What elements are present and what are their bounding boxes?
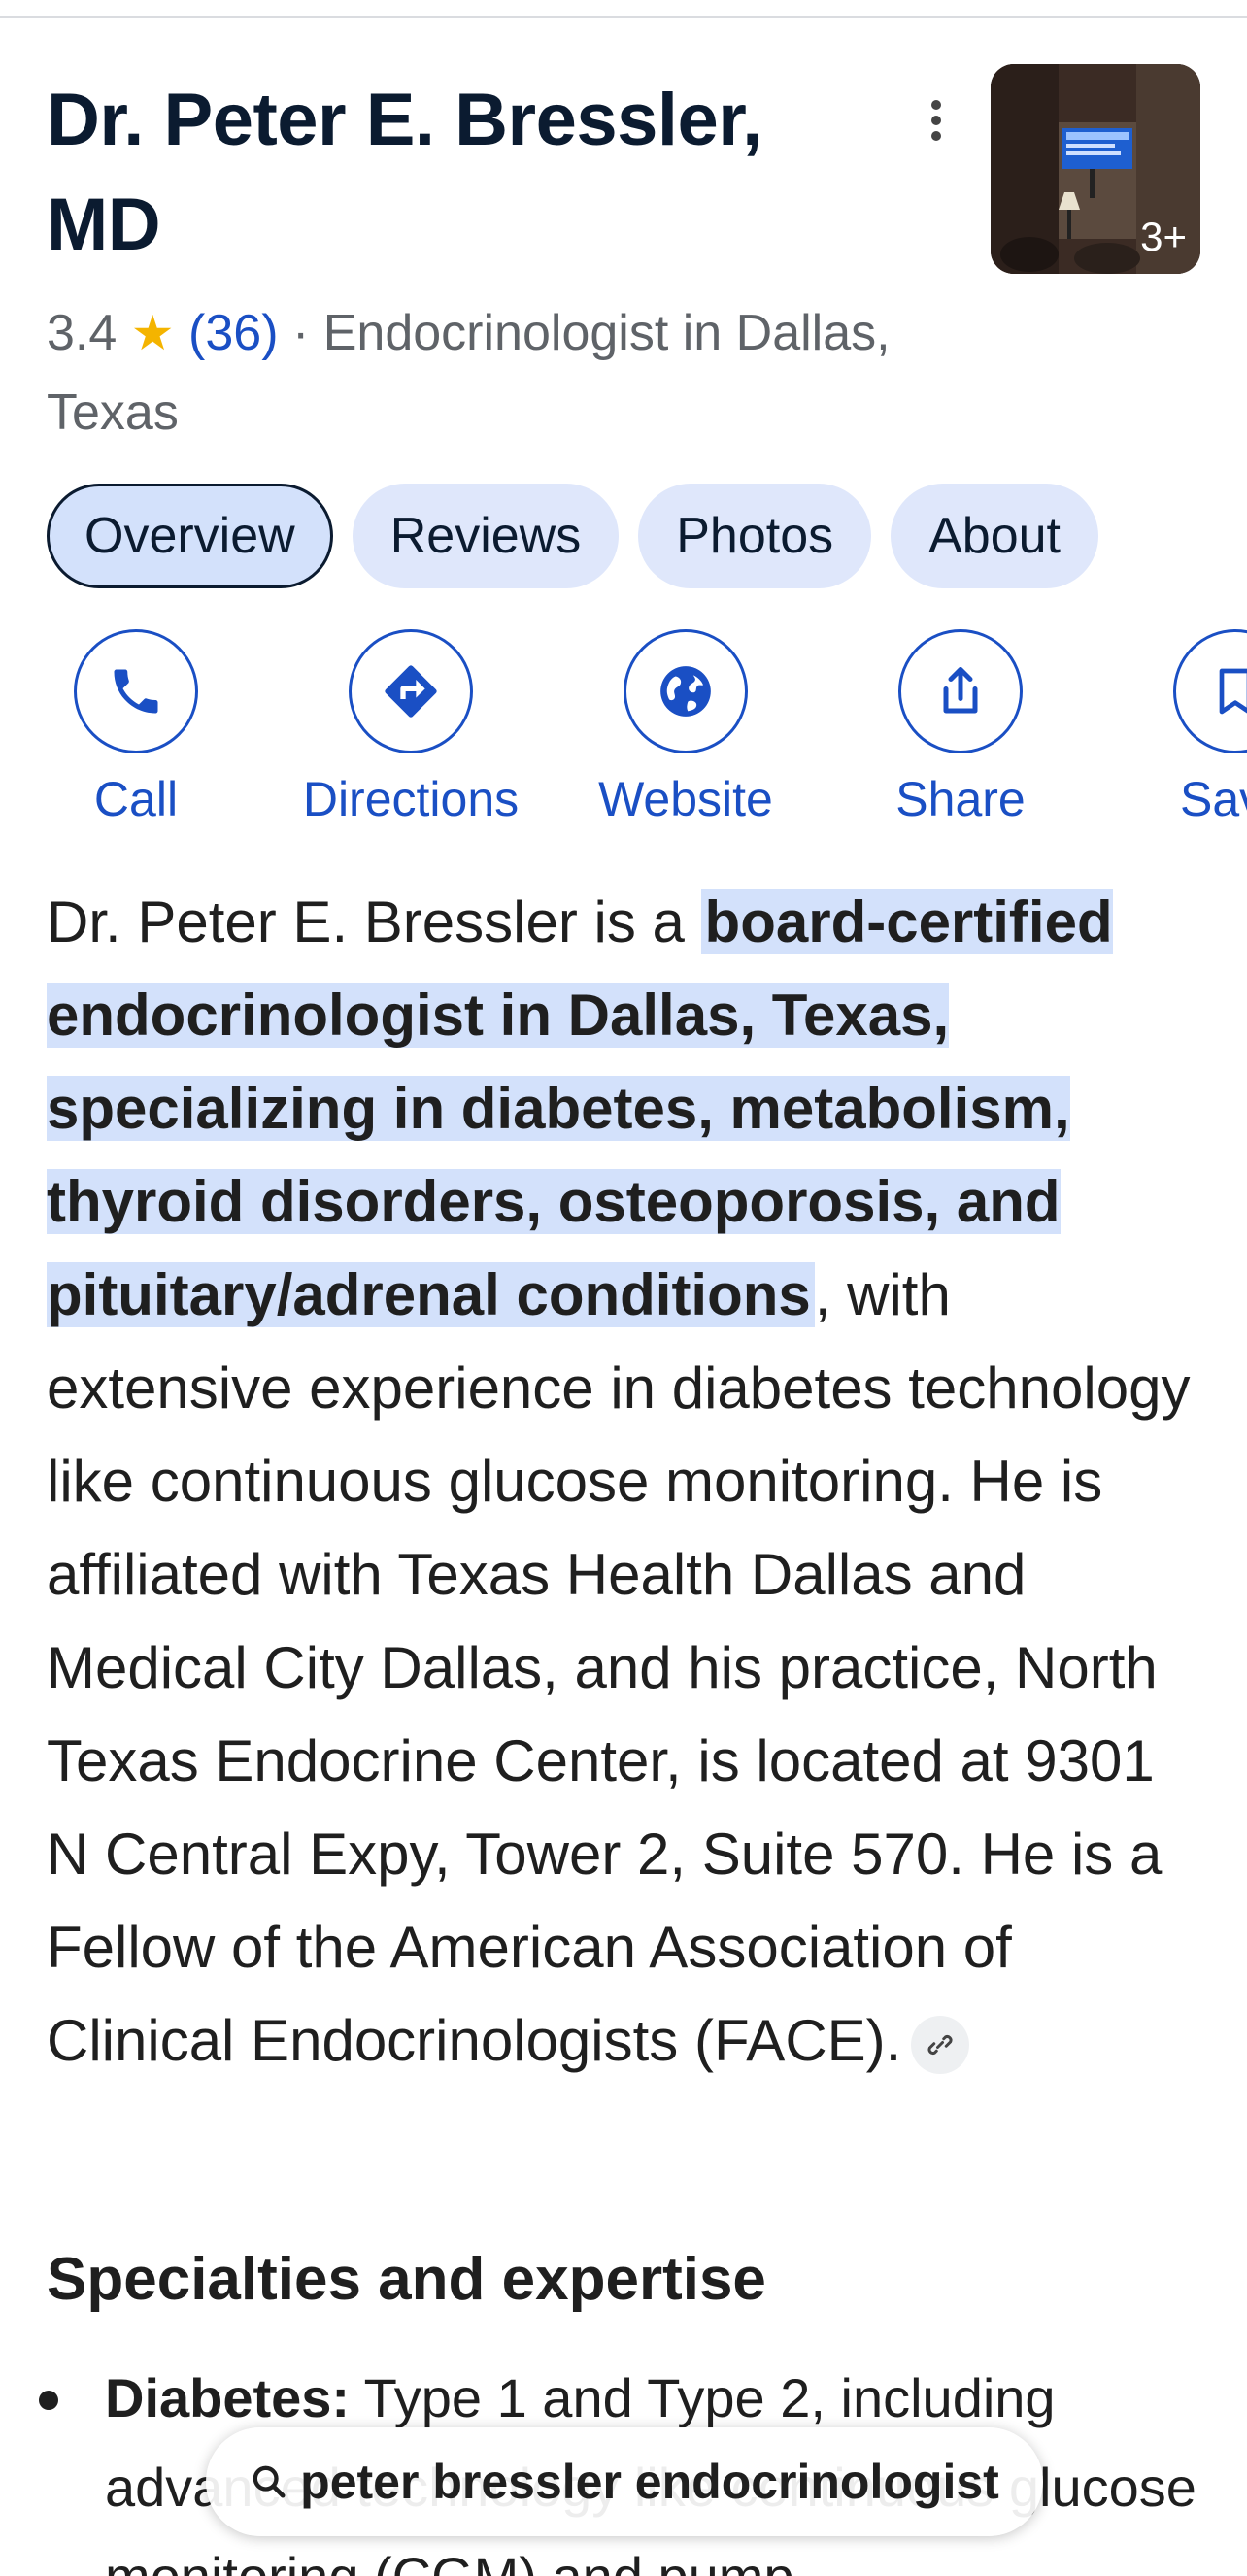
share-button[interactable]: Share [834, 629, 1087, 827]
website-label: Website [598, 772, 773, 826]
share-label: Share [895, 772, 1026, 826]
overview-intro: Dr. Peter E. Bressler is a [47, 889, 701, 954]
phone-icon [114, 669, 158, 714]
search-query: peter bressler endocrinologist [300, 2455, 999, 2509]
overview-paragraph: Dr. Peter E. Bressler is a board-certifi… [47, 876, 1212, 2088]
call-circle [74, 629, 198, 753]
specialties-heading: Specialties and expertise [47, 2246, 766, 2313]
review-count-link[interactable]: (36) [188, 305, 278, 361]
rating-category-line: 3.4 ★ (36) · Endocrinologist in Dallas, … [47, 293, 998, 452]
source-link-button[interactable] [911, 2016, 970, 2075]
search-icon [253, 2465, 286, 2498]
directions-button[interactable]: Directions [285, 629, 537, 827]
tab-photos[interactable]: Photos [638, 484, 872, 588]
tab-about[interactable]: About [891, 484, 1098, 588]
website-circle [624, 629, 748, 753]
bullet-term: Diabetes: [105, 2367, 351, 2428]
share-circle [898, 629, 1023, 753]
top-divider [0, 16, 1247, 18]
more-options-button[interactable] [913, 91, 960, 150]
save-label: Save [1180, 772, 1247, 826]
tab-overview[interactable]: Overview [47, 484, 333, 588]
call-label: Call [93, 772, 179, 826]
tab-bar: Overview Reviews Photos About [47, 484, 1098, 588]
call-button[interactable]: Call [10, 629, 262, 827]
photo-count: 3+ [1140, 214, 1187, 259]
more-vert-icon [931, 100, 941, 141]
bookmark-icon [1219, 668, 1247, 715]
directions-label: Directions [302, 772, 520, 826]
directions-icon [385, 665, 437, 718]
place-title: Dr. Peter E. Bressler, MD [47, 79, 762, 266]
action-row: Call Directions Website Share Sa [0, 629, 1247, 843]
globe-icon [660, 666, 711, 717]
overview-rest: , with extensive experience in diabetes … [47, 1262, 1191, 2073]
overview-highlight: board-certified endocrinologist in Dalla… [47, 889, 1113, 1327]
save-circle [1173, 629, 1247, 753]
rating-value: 3.4 [47, 305, 118, 361]
save-button[interactable]: Save [1109, 629, 1247, 827]
link-icon [927, 2035, 953, 2056]
tab-reviews[interactable]: Reviews [352, 484, 620, 588]
search-pill[interactable]: peter bressler endocrinologist [206, 2427, 1043, 2536]
directions-circle [349, 629, 473, 753]
website-button[interactable]: Website [559, 629, 812, 827]
star-icon: ★ [130, 306, 175, 360]
photo-thumbnail[interactable]: 3+ [991, 64, 1200, 274]
bullet-dot [39, 2391, 58, 2410]
share-icon [943, 667, 978, 714]
